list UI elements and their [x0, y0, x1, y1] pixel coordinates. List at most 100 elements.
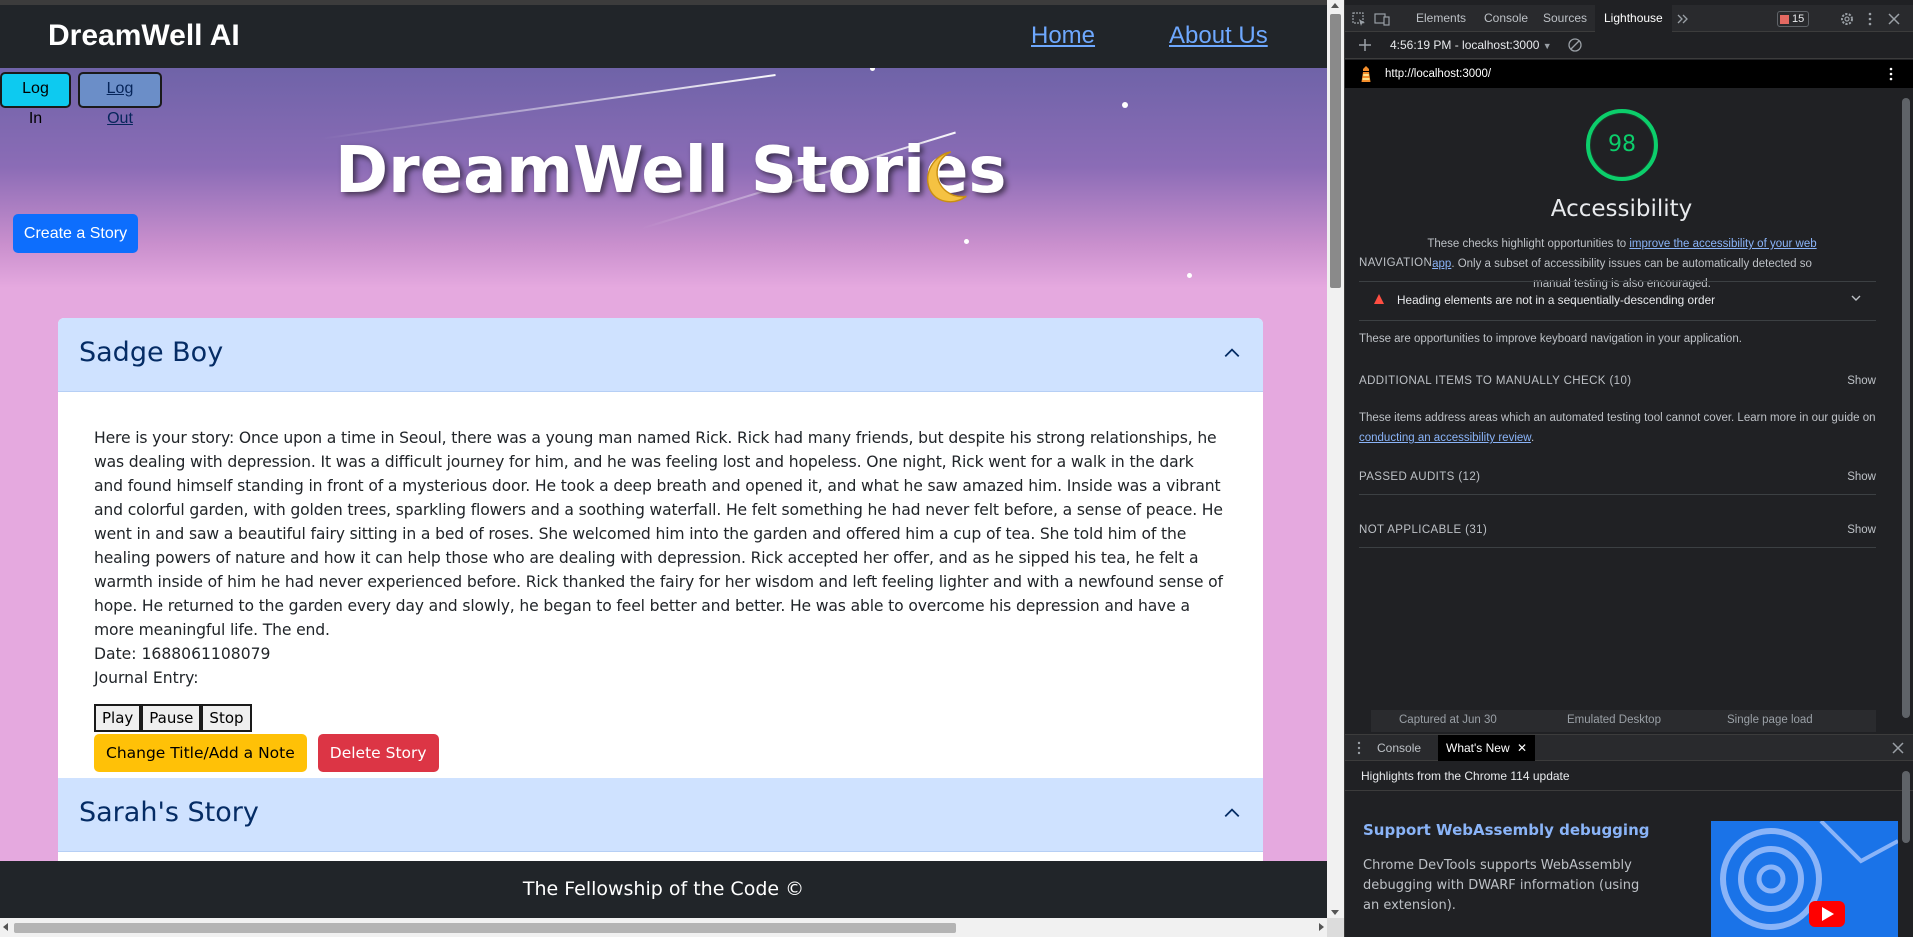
nav-link-home[interactable]: Home — [1031, 22, 1095, 50]
scroll-up-icon[interactable] — [1331, 3, 1339, 8]
captured-at-text: Captured at Jun 30 — [1399, 714, 1497, 726]
manual-checks-group-title[interactable]: ADDITIONAL ITEMS TO MANUALLY CHECK (10) — [1359, 375, 1632, 387]
webassembly-graphic-icon — [1711, 821, 1898, 937]
web-page-viewport: DreamWell Stories DreamWell AI Home Abou… — [0, 0, 1327, 937]
tab-console[interactable]: Console — [1475, 5, 1537, 32]
close-drawer-icon[interactable] — [1890, 740, 1906, 756]
story-title: Sarah's Story — [79, 797, 259, 828]
scrollbar-thumb[interactable] — [1902, 771, 1910, 843]
whats-new-feature-title[interactable]: Support WebAssembly debugging — [1363, 821, 1649, 839]
not-applicable-group-title[interactable]: NOT APPLICABLE (31) — [1359, 524, 1487, 536]
drawer-scrollbar[interactable] — [1898, 761, 1913, 937]
divider — [1359, 494, 1876, 495]
hero-banner: DreamWell Stories — [0, 68, 1327, 288]
devtools-drawer: Console What's New ✕ Highlights from the… — [1345, 734, 1913, 937]
stop-button[interactable]: Stop — [201, 704, 252, 732]
tab-lighthouse[interactable]: Lighthouse — [1595, 5, 1672, 32]
scrollbar-thumb[interactable] — [14, 923, 956, 933]
report-selector[interactable]: 4:56:19 PM - localhost:3000 ▼ — [1390, 38, 1552, 52]
clear-reports-icon[interactable] — [1567, 37, 1583, 53]
delete-story-button[interactable]: Delete Story — [317, 734, 439, 772]
close-tab-icon[interactable]: ✕ — [1517, 741, 1527, 755]
report-menu-icon[interactable] — [1883, 66, 1899, 82]
chevron-down-icon — [1851, 295, 1861, 301]
story-accordion-header[interactable]: Sadge Boy — [58, 318, 1263, 392]
scroll-left-icon[interactable] — [3, 923, 8, 931]
story-actions: Change Title/Add a Note Delete Story — [94, 734, 1227, 772]
story-accordion-item: Sarah's Story — [58, 778, 1263, 861]
show-passed-audits-button[interactable]: Show — [1847, 471, 1876, 483]
issues-flag-icon — [1780, 14, 1789, 24]
story-text: Here is your story: Once upon a time in … — [94, 429, 1223, 639]
new-report-plus-icon[interactable] — [1357, 37, 1373, 53]
kebab-menu-icon[interactable] — [1862, 11, 1878, 27]
hero-title: DreamWell Stories — [335, 134, 1007, 208]
star-decoration — [870, 68, 875, 71]
story-body: Here is your story: Once upon a time in … — [58, 392, 1263, 772]
accessibility-score: 98 — [1608, 132, 1636, 157]
navbar: DreamWell AI Home About Us — [0, 5, 1327, 68]
story-accordion-header[interactable]: Sarah's Story — [58, 778, 1263, 852]
login-button[interactable]: Log In — [0, 72, 71, 127]
page-footer: The Fellowship of the Code © — [0, 861, 1327, 918]
show-not-applicable-button[interactable]: Show — [1847, 524, 1876, 536]
nav-link-about-us[interactable]: About Us — [1169, 22, 1268, 50]
scroll-right-icon[interactable] — [1319, 923, 1324, 931]
report-runtime-settings: Captured at Jun 30 Emulated Desktop Sing… — [1371, 710, 1876, 732]
settings-gear-icon[interactable] — [1839, 11, 1855, 27]
inspect-element-icon[interactable] — [1351, 11, 1367, 27]
logout-button[interactable]: Log Out — [78, 72, 162, 127]
journal-entry-label: Journal Entry: — [94, 669, 199, 687]
tab-elements[interactable]: Elements — [1407, 5, 1475, 32]
vertical-scrollbar[interactable] — [1327, 0, 1344, 918]
brand-logo-text[interactable]: DreamWell AI — [48, 19, 240, 53]
show-manual-checks-button[interactable]: Show — [1847, 375, 1876, 387]
device-toolbar-icon[interactable] — [1374, 11, 1390, 27]
category-title: Accessibility — [1550, 196, 1693, 222]
story-title: Sadge Boy — [79, 337, 224, 368]
divider — [1345, 790, 1913, 791]
drawer-menu-icon[interactable] — [1351, 740, 1367, 756]
drawer-tab-console[interactable]: Console — [1369, 735, 1429, 761]
scroll-down-icon[interactable] — [1331, 910, 1339, 915]
story-accordion-item: Sadge Boy Here is your story: Once upon … — [58, 318, 1263, 778]
divider — [1359, 547, 1876, 548]
scrollbar-thumb[interactable] — [1902, 98, 1910, 718]
lighthouse-report: 98 Accessibility These checks highlight … — [1345, 88, 1898, 732]
whats-new-highlights: Highlights from the Chrome 114 update — [1361, 769, 1570, 783]
create-story-button[interactable]: Create a Story — [13, 214, 138, 253]
accessibility-review-link[interactable]: conducting an accessibility review — [1359, 432, 1531, 444]
change-title-button[interactable]: Change Title/Add a Note — [94, 734, 307, 772]
pause-button[interactable]: Pause — [141, 704, 202, 732]
audio-controls: Play Pause Stop — [94, 704, 1227, 732]
devtools-panel: Elements Console Sources Lighthouse 15 4… — [1344, 0, 1913, 937]
report-url[interactable]: http://localhost:3000/ — [1385, 68, 1491, 80]
more-tabs-icon[interactable] — [1675, 11, 1691, 27]
video-thumbnail[interactable] — [1711, 821, 1898, 937]
star-decoration — [1187, 273, 1192, 278]
passed-audits-group-title[interactable]: PASSED AUDITS (12) — [1359, 471, 1480, 483]
audit-title: Heading elements are not in a sequential… — [1397, 293, 1716, 307]
navigation-group-description: These are opportunities to improve keybo… — [1359, 333, 1742, 345]
close-devtools-icon[interactable] — [1886, 11, 1902, 27]
dropdown-caret-icon: ▼ — [1542, 41, 1552, 51]
crescent-moon-icon — [927, 151, 967, 203]
whats-new-feature-description: Chrome DevTools supports WebAssembly deb… — [1363, 858, 1640, 913]
star-decoration — [1122, 102, 1128, 108]
lighthouse-url-bar: http://localhost:3000/ — [1345, 60, 1913, 88]
issues-badge[interactable]: 15 — [1777, 11, 1810, 27]
lighthouse-logo-icon — [1361, 66, 1371, 82]
play-button[interactable]: Play — [94, 704, 142, 732]
emulated-desktop-text: Emulated Desktop — [1567, 714, 1661, 726]
navigation-group-title: NAVIGATION — [1359, 257, 1433, 269]
star-decoration — [964, 239, 969, 244]
report-scrollbar[interactable] — [1898, 88, 1913, 732]
horizontal-scrollbar[interactable] — [0, 918, 1327, 937]
tab-sources[interactable]: Sources — [1534, 5, 1596, 32]
drawer-tab-whats-new[interactable]: What's New ✕ — [1438, 735, 1536, 761]
scrollbar-thumb[interactable] — [1330, 14, 1341, 288]
drawer-tabbar: Console What's New ✕ — [1345, 735, 1913, 761]
fail-triangle-icon — [1374, 294, 1384, 304]
failed-audit-heading-order[interactable]: Heading elements are not in a sequential… — [1359, 282, 1876, 319]
chevron-up-icon — [1224, 808, 1240, 818]
